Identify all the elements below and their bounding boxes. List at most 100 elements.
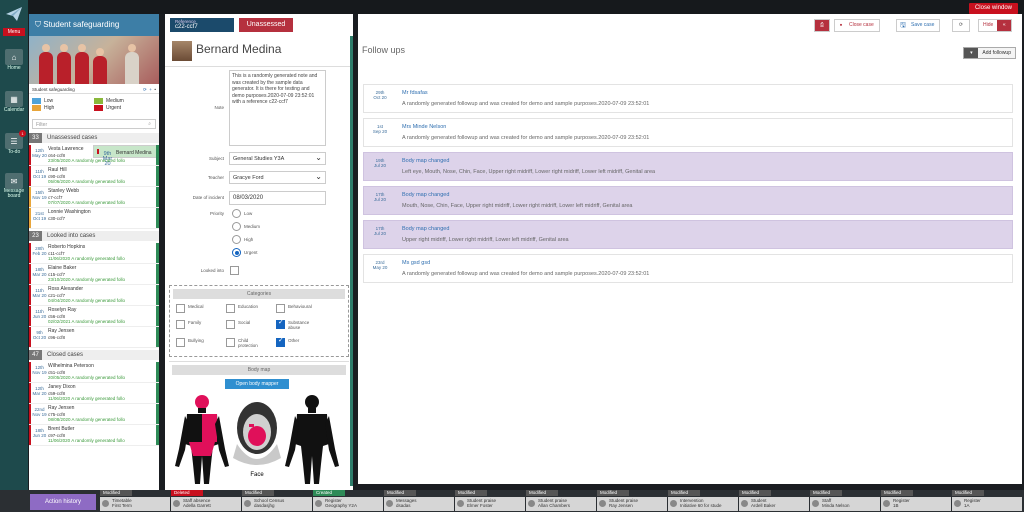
case-list-item[interactable]: 11th Oct 19 Raul Hill c90-ccf8 05/06/2020 A…	[29, 166, 159, 187]
checkbox[interactable]	[276, 304, 285, 313]
followup-item[interactable]: 17th Jul 20 Body map changed Mouth, Nose,…	[363, 186, 1013, 215]
followup-title[interactable]: Body map changed	[402, 158, 449, 164]
body-map-figures[interactable]: Face	[169, 394, 349, 484]
nav-home[interactable]: ⌂ Home	[0, 42, 28, 78]
history-item[interactable]: Modified School Census dasdasjhg	[242, 490, 312, 512]
case-list-item[interactable]: 12th Nov 19 Wilhelmina Peterson c51-ccf8 20…	[29, 362, 159, 383]
date-field[interactable]: 08/03/2020	[229, 191, 326, 205]
note-field[interactable]: This is a randomly generated note and wa…	[229, 70, 326, 146]
nav-message-board[interactable]: ✉ Message board	[0, 168, 28, 204]
followup-date: 1st Sep 20	[372, 124, 388, 134]
case-list-item[interactable]: 15th Nov 19 Stanley Webb c7-ccf7 07/07/2020…	[29, 187, 159, 208]
category-checkbox[interactable]: Child protection	[226, 338, 268, 348]
filter-input[interactable]: Filter ⌕	[32, 119, 156, 129]
history-item[interactable]: Modified Staff Minda Nelson	[810, 490, 880, 512]
case-section-header[interactable]: 33 Unassessed cases	[29, 133, 159, 143]
case-ref: c30-ccf7	[48, 215, 66, 221]
priority-high[interactable]: High	[232, 235, 253, 244]
subject-select[interactable]: General Studies Y3A	[229, 152, 326, 165]
category-checkbox[interactable]: Family	[176, 320, 218, 329]
add-followup-button[interactable]: ▾ Add followup	[963, 47, 1016, 59]
history-item[interactable]: Modified Student Ardell Baker	[739, 490, 809, 512]
case-list-item[interactable]: 18th Mar 20 Elaine Baker c15-ccf7 23/10/202…	[29, 264, 159, 285]
teacher-select[interactable]: Gracye Ford	[229, 171, 326, 184]
menu-button[interactable]: Menu	[3, 28, 25, 36]
open-body-mapper-button[interactable]: Open body mapper	[225, 379, 289, 389]
followup-item[interactable]: 23rd May 20 Ms gsd gsd A randomly generat…	[363, 254, 1013, 283]
followup-title[interactable]: Body map changed	[402, 226, 449, 232]
case-list-item[interactable]: 28th Feb 20 Roberto Hopkins c11-ccf7 11/06/…	[29, 243, 159, 264]
checkbox[interactable]	[276, 320, 285, 329]
followup-item[interactable]: 19th Jul 20 Body map changed Left eye, Mo…	[363, 152, 1013, 181]
history-item[interactable]: Modified Intervention Initiative 60 for s…	[668, 490, 738, 512]
history-item[interactable]: Modified Student praise Ray Jensen	[597, 490, 667, 512]
checkbox[interactable]	[226, 304, 235, 313]
case-list-item[interactable]: 21st Oct 19 Lonnie Washington c30-ccf7	[29, 208, 159, 229]
case-list-item[interactable]: 18th Jun 20 Brent Butler c97-ccf8 11/06/202…	[29, 425, 159, 446]
followup-item[interactable]: 29th Oct 20 Mr fdsafas A randomly generat…	[363, 84, 1013, 113]
case-list-item[interactable]: 11th Jun 20 Roselyn Ray c56-ccf8 02/02/2021…	[29, 306, 159, 327]
add-icon[interactable]: +	[149, 87, 152, 92]
followup-title[interactable]: Mrs Minde Nelson	[402, 124, 446, 130]
history-item[interactable]: Modified Register 1A	[952, 490, 1022, 512]
case-list-item[interactable]: 9th Oct 20 Ray Jensen c96-ccf8	[29, 327, 159, 348]
category-checkbox[interactable]: Medical	[176, 304, 218, 313]
history-card: Student praise Elmer Foster	[455, 497, 525, 511]
pdf-button[interactable]: ⎙	[814, 19, 830, 32]
followup-item[interactable]: 17th Jul 20 Body map changed Upper right …	[363, 220, 1013, 249]
category-checkbox[interactable]: Other	[276, 338, 318, 347]
hide-button[interactable]: Hide «	[978, 19, 1013, 32]
case-list-item[interactable]: 12th May 20 Vesta Lawrence c64-ccf8 23/05/2…	[29, 145, 159, 166]
history-item[interactable]: Created Register Geography Y2A	[313, 490, 383, 512]
history-status: Modified	[384, 490, 416, 496]
section-label: Looked into cases	[47, 233, 96, 239]
case-list-item[interactable]: 22nd Nov 19 Ray Jensen c75-ccf8 08/08/2020 …	[29, 404, 159, 425]
history-item[interactable]: Deleted Staff absence Adella Garrett	[171, 490, 241, 512]
checkbox[interactable]	[176, 304, 185, 313]
more-icon[interactable]: •	[154, 87, 156, 92]
checkbox[interactable]	[276, 338, 285, 347]
case-info: Ray Jensen c75-ccf8 08/08/2020 A randomly …	[48, 404, 159, 424]
refresh-icon[interactable]: ⟳	[143, 87, 147, 92]
case-section-header[interactable]: 23 Looked into cases	[29, 231, 159, 241]
history-item[interactable]: Modified Timetable First Term	[100, 490, 170, 512]
case-sections: 33 Unassessed cases 9th Mar 20 Bernard Med…	[29, 133, 159, 446]
checkbox[interactable]	[226, 320, 235, 329]
case-section-header[interactable]: 47 Closed cases	[29, 350, 159, 360]
history-icon	[528, 500, 535, 507]
action-history-button[interactable]: Action history	[30, 494, 96, 510]
followup-text: Left eye, Mouth, Nose, Chin, Face, Upper…	[402, 169, 656, 175]
priority-urgent[interactable]: Urgent	[232, 248, 258, 257]
paper-plane-logo-icon[interactable]	[0, 0, 28, 28]
looked-into-checkbox[interactable]	[230, 266, 239, 275]
followup-title[interactable]: Ms gsd gsd	[402, 260, 430, 266]
category-checkbox[interactable]: Social	[226, 320, 268, 329]
case-list-item[interactable]: 11th Mar 20 Ross Alexander c21-ccf7 04/04/2…	[29, 285, 159, 306]
save-case-button[interactable]: 🖫 Save case	[896, 19, 941, 32]
nav-todo[interactable]: ☰ 1 To-do	[0, 126, 28, 162]
refresh-button[interactable]: ⟳	[952, 19, 970, 32]
case-list-item[interactable]: 12th Mar 20 Janey Dixon c59-ccf8 11/06/2020…	[29, 383, 159, 404]
category-checkbox[interactable]: Bullying	[176, 338, 218, 347]
double-chevron-left-icon: «	[997, 20, 1012, 31]
followup-item[interactable]: 1st Sep 20 Mrs Minde Nelson A randomly ge…	[363, 118, 1013, 147]
close-case-button[interactable]: ▪ Close case	[834, 19, 880, 32]
checkbox[interactable]	[176, 338, 185, 347]
status-badge[interactable]: Unassessed	[239, 18, 293, 32]
history-item[interactable]: Modified Student praise Elmer Foster	[455, 490, 525, 512]
nav-calendar[interactable]: ▦ Calendar	[0, 84, 28, 120]
history-item[interactable]: Modified Messages dsadas	[384, 490, 454, 512]
category-checkbox[interactable]: Education	[226, 304, 268, 313]
priority-medium[interactable]: Medium	[232, 222, 260, 231]
left-nav: Menu ⌂ Home ▦ Calendar ☰ 1 To-do ✉ Messag…	[0, 0, 28, 490]
category-checkbox[interactable]: Behavioural	[276, 304, 318, 313]
history-item[interactable]: Modified Register 1B	[881, 490, 951, 512]
followup-title[interactable]: Mr fdsafas	[402, 90, 428, 96]
history-item[interactable]: Modified Student praise Allan Chambers	[526, 490, 596, 512]
checkbox[interactable]	[176, 320, 185, 329]
priority-low[interactable]: Low	[232, 209, 252, 218]
category-checkbox[interactable]: Substance abuse	[276, 320, 318, 330]
followup-title[interactable]: Body map changed	[402, 192, 449, 198]
close-window-button[interactable]: Close window	[968, 3, 1018, 14]
checkbox[interactable]	[226, 338, 235, 347]
